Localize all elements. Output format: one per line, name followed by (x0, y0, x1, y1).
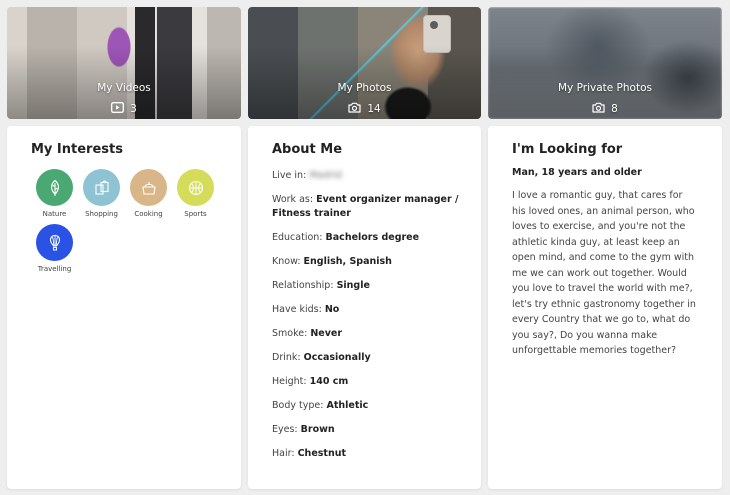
about-row-kids: Have kids: No (272, 303, 462, 317)
looking-subtitle: Man, 18 years and older (512, 167, 642, 178)
about-value: Occasionally (303, 352, 371, 363)
my-private-photos-tile[interactable]: My Private Photos 8 (488, 7, 722, 119)
about-value: Never (310, 328, 343, 339)
interests-title: My Interests (31, 142, 123, 157)
interest-label: Nature (42, 210, 67, 218)
about-title: About Me (272, 142, 343, 157)
about-key: Height: (272, 376, 307, 387)
about-value: English, Spanish (303, 256, 392, 267)
about-row-height: Height: 140 cm (272, 375, 462, 389)
about-value: Single (336, 280, 370, 291)
about-me-card: About Me Live in: Madrid Work as: Event … (248, 126, 481, 489)
about-key: Eyes: (272, 424, 298, 435)
looking-description: I love a romantic guy, that cares for hi… (512, 190, 696, 356)
shopping-bags-icon (83, 169, 120, 206)
about-row-body-type: Body type: Athletic (272, 399, 462, 413)
about-key: Relationship: (272, 280, 334, 291)
about-value: Bachelors degree (325, 232, 420, 243)
videos-count: 3 (130, 103, 137, 115)
photos-label: My Photos (337, 82, 392, 94)
videos-label: My Videos (97, 82, 151, 94)
about-row-smoke: Smoke: Never (272, 327, 462, 341)
interest-label: Shopping (85, 210, 118, 218)
about-row-drink: Drink: Occasionally (272, 351, 462, 365)
private-photos-label: My Private Photos (558, 82, 652, 94)
interest-sports[interactable]: Sports (172, 169, 219, 218)
about-key: Have kids: (272, 304, 322, 315)
looking-title: I'm Looking for (512, 142, 623, 157)
about-row-eyes: Eyes: Brown (272, 423, 462, 437)
cooking-pot-icon (130, 169, 167, 206)
video-icon (111, 102, 125, 116)
interest-shopping[interactable]: Shopping (78, 169, 125, 218)
interest-label: Travelling (37, 265, 72, 273)
camera-icon (592, 102, 605, 116)
about-value: Brown (300, 424, 335, 435)
about-row-hair: Hair: Chestnut (272, 447, 462, 461)
about-row-education: Education: Bachelors degree (272, 231, 462, 245)
about-value: Chestnut (297, 448, 347, 459)
interests-card: My Interests Nature Shopping Cooking Spo… (7, 126, 241, 489)
about-row-work: Work as: Event organizer manager / Fitne… (272, 193, 462, 221)
about-value: 140 cm (309, 376, 349, 387)
leaf-icon (36, 169, 73, 206)
photos-count-row: 14 (248, 102, 481, 116)
my-photos-tile[interactable]: My Photos 14 (248, 7, 481, 119)
about-row-know: Know: English, Spanish (272, 255, 462, 269)
interest-label: Sports (184, 210, 207, 218)
about-key: Education: (272, 232, 323, 243)
about-key: Live in: (272, 170, 307, 181)
videos-count-row: 3 (7, 102, 241, 116)
camera-icon (348, 102, 361, 116)
about-value: No (324, 304, 340, 315)
private-photos-count-row: 8 (488, 102, 722, 116)
private-photos-count: 8 (611, 103, 618, 115)
interest-nature[interactable]: Nature (31, 169, 78, 218)
interest-cooking[interactable]: Cooking (125, 169, 172, 218)
about-key: Smoke: (272, 328, 308, 339)
my-videos-tile[interactable]: My Videos 3 (7, 7, 241, 119)
interest-travelling[interactable]: Travelling (31, 224, 78, 273)
photos-count: 14 (367, 103, 381, 115)
about-row-relationship: Relationship: Single (272, 279, 462, 293)
interest-label: Cooking (134, 210, 163, 218)
about-key: Work as: (272, 194, 314, 205)
about-value-blurred: Madrid (309, 170, 342, 181)
ball-icon (177, 169, 214, 206)
looking-for-card: I'm Looking for Man, 18 years and older … (488, 126, 722, 489)
about-key: Body type: (272, 400, 324, 411)
about-details: Live in: Madrid Work as: Event organizer… (272, 169, 462, 471)
about-value: Athletic (326, 400, 369, 411)
about-key: Hair: (272, 448, 295, 459)
about-key: Know: (272, 256, 301, 267)
about-key: Drink: (272, 352, 301, 363)
hot-air-balloon-icon (36, 224, 73, 261)
interests-list: Nature Shopping Cooking Sports Travellin… (31, 169, 231, 279)
about-row-live-in: Live in: Madrid (272, 169, 462, 183)
